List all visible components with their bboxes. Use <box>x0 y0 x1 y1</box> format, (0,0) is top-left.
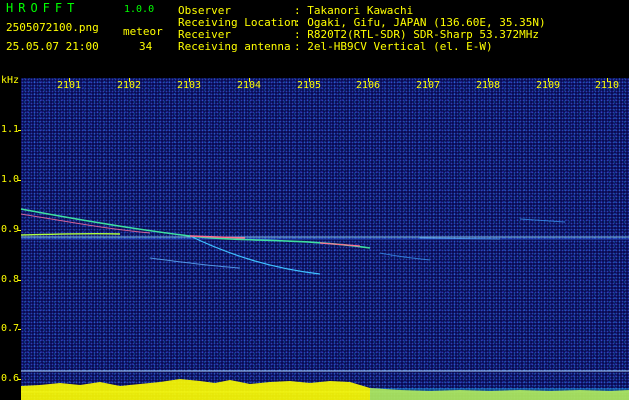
meteor-trace <box>319 242 361 247</box>
meteor-trace <box>189 235 246 239</box>
meteor-trace <box>149 257 241 269</box>
meteor-trace <box>379 252 431 261</box>
meteor-trace <box>20 208 371 249</box>
signal-level-area <box>370 388 629 400</box>
signal-overlay <box>20 208 629 400</box>
meteor-trace <box>20 232 121 236</box>
meteor-trace <box>20 213 151 234</box>
meteor-trace <box>519 218 566 223</box>
